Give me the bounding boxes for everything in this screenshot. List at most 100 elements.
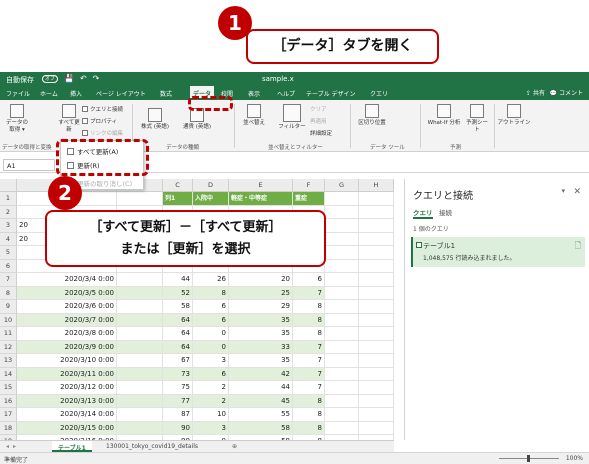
table-cell[interactable]: 2020/3/9 0:00: [17, 340, 117, 354]
column-header-d[interactable]: D: [193, 179, 229, 192]
row-header[interactable]: 13: [0, 354, 17, 368]
table-cell[interactable]: [325, 205, 359, 219]
table-cell[interactable]: 2020/3/5 0:00: [17, 286, 117, 300]
table-cell[interactable]: 7: [293, 367, 325, 381]
table-cell[interactable]: 7: [293, 354, 325, 368]
row-header[interactable]: 6: [0, 259, 17, 273]
queries-connections-button[interactable]: クエリと接続: [82, 105, 123, 113]
table-cell[interactable]: [117, 354, 163, 368]
table-cell[interactable]: 2: [193, 394, 229, 408]
table-header-cell[interactable]: 軽症・中等症: [229, 192, 293, 206]
column-header-h[interactable]: H: [359, 179, 394, 192]
table-cell[interactable]: 0: [193, 340, 229, 354]
row-header[interactable]: 14: [0, 367, 17, 381]
table-cell[interactable]: 3: [193, 421, 229, 435]
table-cell[interactable]: [359, 354, 394, 368]
table-cell[interactable]: [325, 313, 359, 327]
table-cell[interactable]: [325, 259, 359, 273]
table-cell[interactable]: 52: [163, 286, 193, 300]
text-to-columns-button[interactable]: 区切り位置: [354, 104, 390, 127]
table-cell[interactable]: [325, 327, 359, 341]
table-cell[interactable]: 2020/3/10 0:00: [17, 354, 117, 368]
table-cell[interactable]: [359, 273, 394, 287]
table-cell[interactable]: 2020/3/13 0:00: [17, 394, 117, 408]
chevron-down-icon[interactable]: ▾: [561, 187, 565, 195]
table-cell[interactable]: [359, 300, 394, 314]
row-header[interactable]: 18: [0, 421, 17, 435]
row-header[interactable]: 5: [0, 246, 17, 260]
table-cell[interactable]: [325, 354, 359, 368]
close-icon[interactable]: ✕: [573, 187, 581, 197]
query-item[interactable]: テーブル1 1,048,575 行読み込まれました。 🗋: [411, 237, 585, 267]
comment-button[interactable]: 💬 コメント: [550, 88, 583, 97]
table-cell[interactable]: [117, 394, 163, 408]
table-cell[interactable]: 2020/3/11 0:00: [17, 367, 117, 381]
table-cell[interactable]: [117, 300, 163, 314]
row-header[interactable]: 7: [0, 273, 17, 287]
edit-links-button[interactable]: リンクの編集: [82, 129, 123, 137]
table-cell[interactable]: 10: [193, 408, 229, 422]
sheet-tab-table1[interactable]: テーブル1: [52, 441, 92, 452]
table-cell[interactable]: [117, 340, 163, 354]
table-cell[interactable]: 90: [163, 421, 193, 435]
share-button[interactable]: ⇪ 共有: [526, 88, 545, 97]
table-cell[interactable]: 8: [293, 394, 325, 408]
table-cell[interactable]: 33: [229, 340, 293, 354]
table-cell[interactable]: 64: [163, 340, 193, 354]
zoom-slider-knob[interactable]: [527, 455, 530, 462]
sort-button[interactable]: 並べ替え: [240, 104, 268, 127]
table-cell[interactable]: [359, 313, 394, 327]
table-cell[interactable]: [359, 246, 394, 260]
table-cell[interactable]: 35: [229, 313, 293, 327]
table-cell[interactable]: 2020/3/4 0:00: [17, 273, 117, 287]
table-cell[interactable]: 45: [229, 394, 293, 408]
table-cell[interactable]: [117, 421, 163, 435]
table-cell[interactable]: 58: [229, 421, 293, 435]
tab-connections[interactable]: 接続: [439, 207, 452, 217]
table-cell[interactable]: [359, 421, 394, 435]
table-header-cell[interactable]: 重症: [293, 192, 325, 206]
table-cell[interactable]: 2020/3/15 0:00: [17, 421, 117, 435]
table-cell[interactable]: 6: [293, 273, 325, 287]
row-header[interactable]: 9: [0, 300, 17, 314]
table-cell[interactable]: [325, 367, 359, 381]
table-cell[interactable]: [325, 192, 359, 206]
table-cell[interactable]: [359, 367, 394, 381]
table-cell[interactable]: [325, 381, 359, 395]
row-header[interactable]: 8: [0, 286, 17, 300]
what-if-button[interactable]: What-If 分析: [424, 104, 464, 127]
table-cell[interactable]: 2: [193, 381, 229, 395]
table-cell[interactable]: 58: [163, 300, 193, 314]
table-cell[interactable]: [325, 394, 359, 408]
table-cell[interactable]: 7: [293, 286, 325, 300]
table-cell[interactable]: [117, 381, 163, 395]
tab-home[interactable]: ホーム: [40, 89, 58, 98]
autosave-toggle[interactable]: オフ: [42, 75, 58, 83]
document-icon[interactable]: 🗋: [575, 240, 581, 254]
tab-query[interactable]: クエリ: [370, 89, 388, 98]
table-cell[interactable]: 8: [293, 313, 325, 327]
advanced-button[interactable]: 詳細設定: [310, 129, 332, 137]
tab-queries[interactable]: クエリ: [413, 207, 433, 219]
table-cell[interactable]: 64: [163, 327, 193, 341]
table-cell[interactable]: 44: [229, 381, 293, 395]
tab-insert[interactable]: 挿入: [70, 89, 82, 98]
table-cell[interactable]: [325, 421, 359, 435]
sheet-tab-covid-details[interactable]: 130001_tokyo_covid19_details: [100, 441, 204, 452]
tab-table-design[interactable]: テーブル デザイン: [306, 89, 356, 98]
table-cell[interactable]: 64: [163, 313, 193, 327]
forecast-sheet-button[interactable]: 予測シート: [464, 104, 490, 134]
table-cell[interactable]: [117, 367, 163, 381]
refresh-all-button[interactable]: すべて更新: [56, 104, 82, 134]
column-header-e[interactable]: E: [229, 179, 293, 192]
row-header[interactable]: 12: [0, 340, 17, 354]
table-cell[interactable]: [325, 340, 359, 354]
table-header-cell[interactable]: 列1: [163, 192, 193, 206]
sheet-nav-arrows-icon[interactable]: ◂▸: [6, 443, 20, 450]
column-header-c[interactable]: C: [163, 179, 193, 192]
table-cell[interactable]: 29: [229, 300, 293, 314]
name-box[interactable]: A1: [3, 159, 55, 171]
tab-help[interactable]: ヘルプ: [277, 89, 295, 98]
outline-button[interactable]: アウトライン: [496, 104, 532, 127]
row-header[interactable]: 16: [0, 394, 17, 408]
